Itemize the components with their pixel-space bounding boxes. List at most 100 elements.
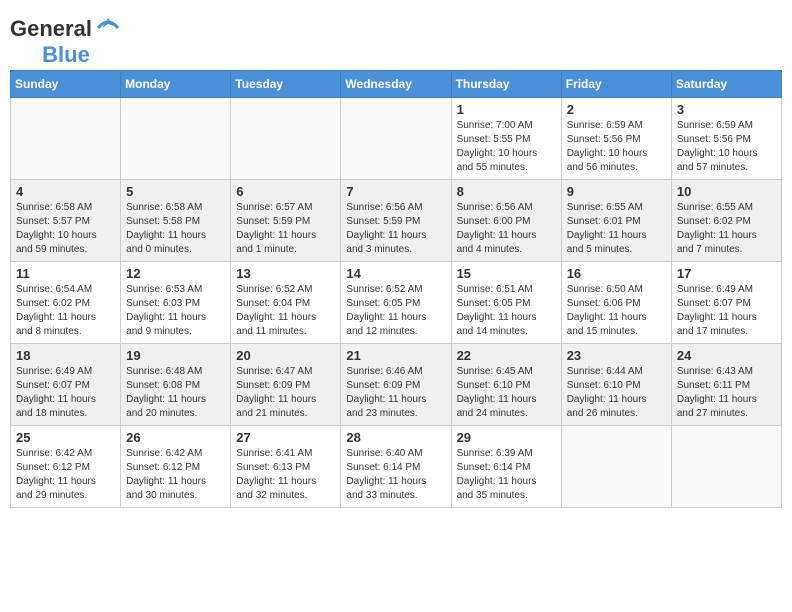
calendar-cell bbox=[121, 98, 231, 180]
day-info: Sunrise: 6:47 AM Sunset: 6:09 PM Dayligh… bbox=[236, 365, 335, 421]
calendar-cell bbox=[11, 98, 121, 180]
day-number: 6 bbox=[236, 184, 335, 199]
day-info: Sunrise: 6:59 AM Sunset: 5:56 PM Dayligh… bbox=[677, 119, 776, 175]
calendar-cell: 11 Sunrise: 6:54 AM Sunset: 6:02 PM Dayli… bbox=[11, 262, 121, 344]
day-number: 27 bbox=[236, 430, 335, 445]
calendar-cell: 28 Sunrise: 6:40 AM Sunset: 6:14 PM Dayli… bbox=[341, 426, 451, 508]
day-info: Sunrise: 6:52 AM Sunset: 6:04 PM Dayligh… bbox=[236, 283, 335, 339]
day-info: Sunrise: 6:58 AM Sunset: 5:57 PM Dayligh… bbox=[16, 201, 115, 257]
calendar-cell: 19 Sunrise: 6:48 AM Sunset: 6:08 PM Dayli… bbox=[121, 344, 231, 426]
day-number: 15 bbox=[457, 266, 556, 281]
day-number: 10 bbox=[677, 184, 776, 199]
calendar-cell: 8 Sunrise: 6:56 AM Sunset: 6:00 PM Daylig… bbox=[451, 180, 561, 262]
day-info: Sunrise: 6:54 AM Sunset: 6:02 PM Dayligh… bbox=[16, 283, 115, 339]
calendar-cell: 7Sunrise: 6:56 AM Sunset: 5:59 PM Daylig… bbox=[341, 180, 451, 262]
day-info: Sunrise: 6:59 AM Sunset: 5:56 PM Dayligh… bbox=[567, 119, 666, 175]
day-number: 22 bbox=[457, 348, 556, 363]
day-info: Sunrise: 6:43 AM Sunset: 6:11 PM Dayligh… bbox=[677, 365, 776, 421]
calendar-cell: 26Sunrise: 6:42 AM Sunset: 6:12 PM Dayli… bbox=[121, 426, 231, 508]
calendar-row-week-3: 11 Sunrise: 6:54 AM Sunset: 6:02 PM Dayli… bbox=[11, 262, 782, 344]
day-info: Sunrise: 6:58 AM Sunset: 5:58 PM Dayligh… bbox=[126, 201, 225, 257]
day-number: 20 bbox=[236, 348, 335, 363]
calendar-cell: 2 Sunrise: 6:59 AM Sunset: 5:56 PM Daylig… bbox=[561, 98, 671, 180]
calendar-row-week-5: 25 Sunrise: 6:42 AM Sunset: 6:12 PM Dayli… bbox=[11, 426, 782, 508]
calendar-cell: 1 Sunrise: 7:00 AM Sunset: 5:55 PM Daylig… bbox=[451, 98, 561, 180]
calendar-cell: 29 Sunrise: 6:39 AM Sunset: 6:14 PM Dayli… bbox=[451, 426, 561, 508]
day-info: Sunrise: 6:46 AM Sunset: 6:09 PM Dayligh… bbox=[346, 365, 445, 421]
calendar-cell bbox=[231, 98, 341, 180]
day-number: 9 bbox=[567, 184, 666, 199]
day-number: 13 bbox=[236, 266, 335, 281]
day-number: 17 bbox=[677, 266, 776, 281]
calendar-cell: 9 Sunrise: 6:55 AM Sunset: 6:01 PM Daylig… bbox=[561, 180, 671, 262]
day-number: 25 bbox=[16, 430, 115, 445]
day-number: 16 bbox=[567, 266, 666, 281]
calendar-cell: 10 Sunrise: 6:55 AM Sunset: 6:02 PM Dayli… bbox=[671, 180, 781, 262]
day-number: 28 bbox=[346, 430, 445, 445]
day-number: 23 bbox=[567, 348, 666, 363]
day-info: Sunrise: 6:55 AM Sunset: 6:01 PM Dayligh… bbox=[567, 201, 666, 257]
day-info: Sunrise: 6:49 AM Sunset: 6:07 PM Dayligh… bbox=[16, 365, 115, 421]
calendar-cell: 6 Sunrise: 6:57 AM Sunset: 5:59 PM Daylig… bbox=[231, 180, 341, 262]
calendar-cell: 3 Sunrise: 6:59 AM Sunset: 5:56 PM Daylig… bbox=[671, 98, 781, 180]
calendar-cell: 12 Sunrise: 6:53 AM Sunset: 6:03 PM Dayli… bbox=[121, 262, 231, 344]
day-info: Sunrise: 6:49 AM Sunset: 6:07 PM Dayligh… bbox=[677, 283, 776, 339]
day-number: 1 bbox=[457, 102, 556, 117]
day-info: Sunrise: 6:52 AM Sunset: 6:05 PM Dayligh… bbox=[346, 283, 445, 339]
calendar-cell: 20 Sunrise: 6:47 AM Sunset: 6:09 PM Dayli… bbox=[231, 344, 341, 426]
calendar-cell: 16 Sunrise: 6:50 AM Sunset: 6:06 PM Dayli… bbox=[561, 262, 671, 344]
calendar-row-week-4: 18 Sunrise: 6:49 AM Sunset: 6:07 PM Dayli… bbox=[11, 344, 782, 426]
day-info: Sunrise: 6:39 AM Sunset: 6:14 PM Dayligh… bbox=[457, 447, 556, 503]
day-number: 11 bbox=[16, 266, 115, 281]
calendar-cell: 4Sunrise: 6:58 AM Sunset: 5:57 PM Daylig… bbox=[11, 180, 121, 262]
day-info: Sunrise: 6:44 AM Sunset: 6:10 PM Dayligh… bbox=[567, 365, 666, 421]
calendar-cell: 5 Sunrise: 6:58 AM Sunset: 5:58 PM Daylig… bbox=[121, 180, 231, 262]
day-info: Sunrise: 6:53 AM Sunset: 6:03 PM Dayligh… bbox=[126, 283, 225, 339]
day-info: Sunrise: 6:48 AM Sunset: 6:08 PM Dayligh… bbox=[126, 365, 225, 421]
day-info: Sunrise: 6:40 AM Sunset: 6:14 PM Dayligh… bbox=[346, 447, 445, 503]
day-number: 12 bbox=[126, 266, 225, 281]
column-header-friday: Friday bbox=[561, 71, 671, 98]
day-number: 5 bbox=[126, 184, 225, 199]
day-info: Sunrise: 6:42 AM Sunset: 6:12 PM Dayligh… bbox=[16, 447, 115, 503]
calendar-table: SundayMondayTuesdayWednesdayThursdayFrid… bbox=[10, 70, 782, 508]
calendar-cell: 22 Sunrise: 6:45 AM Sunset: 6:10 PM Dayli… bbox=[451, 344, 561, 426]
calendar-cell: 27 Sunrise: 6:41 AM Sunset: 6:13 PM Dayli… bbox=[231, 426, 341, 508]
day-number: 29 bbox=[457, 430, 556, 445]
day-number: 8 bbox=[457, 184, 556, 199]
logo-blue-text: Blue bbox=[42, 44, 90, 66]
logo-text: General bbox=[10, 18, 92, 40]
calendar-cell bbox=[341, 98, 451, 180]
calendar-row-week-1: 1 Sunrise: 7:00 AM Sunset: 5:55 PM Daylig… bbox=[11, 98, 782, 180]
calendar-cell: 15 Sunrise: 6:51 AM Sunset: 6:05 PM Dayli… bbox=[451, 262, 561, 344]
page-header: General Blue bbox=[10, 10, 782, 66]
calendar-row-week-2: 4Sunrise: 6:58 AM Sunset: 5:57 PM Daylig… bbox=[11, 180, 782, 262]
calendar-cell: 14 Sunrise: 6:52 AM Sunset: 6:05 PM Dayli… bbox=[341, 262, 451, 344]
column-header-tuesday: Tuesday bbox=[231, 71, 341, 98]
calendar-cell bbox=[561, 426, 671, 508]
day-info: Sunrise: 7:00 AM Sunset: 5:55 PM Dayligh… bbox=[457, 119, 556, 175]
day-info: Sunrise: 6:55 AM Sunset: 6:02 PM Dayligh… bbox=[677, 201, 776, 257]
day-info: Sunrise: 6:51 AM Sunset: 6:05 PM Dayligh… bbox=[457, 283, 556, 339]
calendar-cell: 24Sunrise: 6:43 AM Sunset: 6:11 PM Dayli… bbox=[671, 344, 781, 426]
day-number: 3 bbox=[677, 102, 776, 117]
day-info: Sunrise: 6:57 AM Sunset: 5:59 PM Dayligh… bbox=[236, 201, 335, 257]
day-number: 18 bbox=[16, 348, 115, 363]
day-number: 19 bbox=[126, 348, 225, 363]
day-info: Sunrise: 6:56 AM Sunset: 6:00 PM Dayligh… bbox=[457, 201, 556, 257]
day-info: Sunrise: 6:56 AM Sunset: 5:59 PM Dayligh… bbox=[346, 201, 445, 257]
day-info: Sunrise: 6:45 AM Sunset: 6:10 PM Dayligh… bbox=[457, 365, 556, 421]
day-info: Sunrise: 6:50 AM Sunset: 6:06 PM Dayligh… bbox=[567, 283, 666, 339]
calendar-cell: 13 Sunrise: 6:52 AM Sunset: 6:04 PM Dayli… bbox=[231, 262, 341, 344]
day-info: Sunrise: 6:42 AM Sunset: 6:12 PM Dayligh… bbox=[126, 447, 225, 503]
column-header-sunday: Sunday bbox=[11, 71, 121, 98]
column-header-thursday: Thursday bbox=[451, 71, 561, 98]
calendar-cell: 23 Sunrise: 6:44 AM Sunset: 6:10 PM Dayli… bbox=[561, 344, 671, 426]
day-info: Sunrise: 6:41 AM Sunset: 6:13 PM Dayligh… bbox=[236, 447, 335, 503]
day-number: 2 bbox=[567, 102, 666, 117]
calendar-cell: 21 Sunrise: 6:46 AM Sunset: 6:09 PM Dayli… bbox=[341, 344, 451, 426]
calendar-cell: 25 Sunrise: 6:42 AM Sunset: 6:12 PM Dayli… bbox=[11, 426, 121, 508]
day-number: 14 bbox=[346, 266, 445, 281]
day-number: 21 bbox=[346, 348, 445, 363]
logo-icon bbox=[94, 14, 122, 42]
